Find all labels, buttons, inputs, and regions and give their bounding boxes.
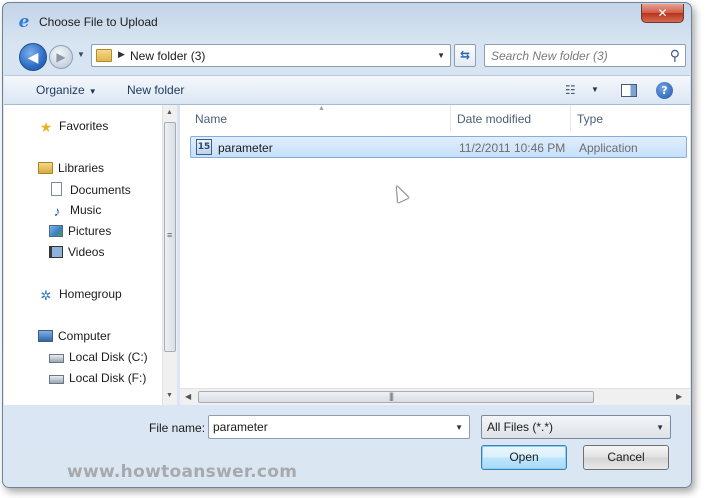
sidebar-item-documents[interactable]: Documents bbox=[49, 182, 131, 197]
back-button[interactable]: ◀ bbox=[19, 43, 47, 71]
mouse-pointer-icon bbox=[391, 183, 409, 203]
scrollbar-thumb[interactable]: ||| bbox=[198, 391, 594, 403]
forward-arrow-icon: ▶ bbox=[56, 50, 66, 64]
column-divider[interactable] bbox=[570, 105, 571, 131]
search-icon[interactable]: ⚲ bbox=[670, 47, 680, 64]
watermark-text: www.howtoanswer.com bbox=[67, 462, 298, 482]
scroll-right-icon[interactable]: ▶ bbox=[676, 392, 682, 401]
libraries-icon bbox=[38, 162, 53, 174]
new-folder-button[interactable]: New folder bbox=[127, 83, 184, 97]
sidebar-item-label: Libraries bbox=[58, 161, 105, 175]
scroll-left-icon[interactable]: ◀ bbox=[185, 392, 191, 401]
grip-icon: ||| bbox=[389, 391, 394, 401]
scroll-down-icon[interactable]: ▼ bbox=[166, 392, 173, 399]
sidebar-item-local-disk-c[interactable]: Local Disk (C:) bbox=[49, 350, 148, 364]
sidebar-item-label: Music bbox=[70, 203, 102, 217]
file-name-input[interactable] bbox=[213, 419, 443, 435]
file-row-selected[interactable]: 15 parameter 11/2/2011 10:46 PM Applicat… bbox=[190, 136, 687, 158]
scroll-up-icon[interactable]: ▲ bbox=[166, 109, 173, 116]
disk-icon bbox=[49, 375, 64, 384]
folder-icon bbox=[96, 49, 112, 62]
internet-explorer-icon: e bbox=[18, 12, 30, 32]
sidebar-item-videos[interactable]: Videos bbox=[49, 245, 104, 259]
sidebar-item-music[interactable]: ♪ Music bbox=[49, 203, 102, 219]
back-arrow-icon: ◀ bbox=[27, 49, 39, 65]
sidebar-item-label: Pictures bbox=[68, 224, 112, 238]
search-input[interactable] bbox=[491, 48, 661, 64]
navigation-pane: ★ Favorites Libraries Documents ♪ Music Pi… bbox=[4, 105, 177, 405]
view-options-dropdown-icon[interactable]: ▼ bbox=[591, 85, 599, 94]
chevron-down-icon: ▼ bbox=[656, 423, 664, 432]
title-bar[interactable]: e Choose File to Upload ✕ bbox=[3, 3, 691, 37]
file-upload-dialog: e Choose File to Upload ✕ ◀ ▶ ▼ ▶ New fo… bbox=[2, 2, 692, 488]
sidebar-item-label: Documents bbox=[70, 183, 131, 197]
column-header-type[interactable]: Type bbox=[577, 112, 603, 126]
file-name-combobox[interactable]: ▼ bbox=[208, 415, 470, 439]
sidebar-item-label: Favorites bbox=[59, 119, 109, 133]
forward-button[interactable]: ▶ bbox=[49, 45, 73, 69]
search-box[interactable]: ⚲ bbox=[484, 44, 686, 67]
scrollbar-thumb[interactable]: ≡ bbox=[164, 122, 176, 352]
sidebar-item-label: Local Disk (F:) bbox=[69, 371, 147, 385]
sidebar-item-local-disk-f[interactable]: Local Disk (F:) bbox=[49, 371, 146, 385]
navigation-pane-scrollbar[interactable]: ▲ ≡ ▼ bbox=[162, 105, 177, 405]
organize-label: Organize bbox=[36, 83, 85, 97]
file-list: ▲ Name Date modified Type 15 parameter 1… bbox=[180, 105, 690, 405]
file-type-selected-value: All Files (*.*) bbox=[487, 420, 554, 434]
pictures-icon bbox=[49, 225, 63, 237]
sidebar-item-pictures[interactable]: Pictures bbox=[49, 224, 111, 238]
sidebar-item-label: Local Disk (C:) bbox=[69, 350, 148, 364]
file-type-cell: Application bbox=[579, 141, 638, 155]
application-icon: 15 bbox=[196, 139, 212, 155]
organize-button[interactable]: Organize ▼ bbox=[36, 83, 97, 97]
close-button[interactable]: ✕ bbox=[641, 4, 684, 23]
file-date-cell: 11/2/2011 10:46 PM bbox=[459, 141, 566, 155]
sidebar-item-label: Computer bbox=[58, 329, 111, 343]
sidebar-item-libraries[interactable]: Libraries bbox=[38, 161, 104, 175]
open-button[interactable]: Open bbox=[481, 445, 567, 470]
computer-icon bbox=[38, 330, 53, 342]
breadcrumb-current-folder[interactable]: New folder (3) bbox=[130, 49, 205, 63]
videos-icon bbox=[49, 246, 63, 258]
music-icon: ♪ bbox=[53, 203, 61, 219]
help-icon[interactable]: ? bbox=[656, 82, 673, 99]
chevron-down-icon[interactable]: ▼ bbox=[455, 423, 463, 432]
homegroup-icon: ✲ bbox=[40, 288, 52, 303]
file-type-select[interactable]: All Files (*.*) ▼ bbox=[481, 415, 671, 439]
address-bar[interactable]: ▶ New folder (3) ▼ bbox=[91, 44, 451, 67]
address-dropdown-icon[interactable]: ▼ bbox=[437, 51, 445, 60]
file-list-horizontal-scrollbar[interactable]: ◀ ||| ▶ bbox=[180, 388, 690, 405]
column-header-name[interactable]: Name bbox=[195, 112, 227, 126]
breadcrumb-chevron-icon[interactable]: ▶ bbox=[118, 49, 125, 60]
refresh-button[interactable]: ⇆ bbox=[454, 44, 476, 67]
sort-ascending-icon: ▲ bbox=[318, 105, 325, 112]
documents-icon bbox=[51, 182, 62, 196]
recent-pages-dropdown[interactable]: ▼ bbox=[77, 50, 85, 59]
file-name-cell: parameter bbox=[218, 141, 273, 155]
sidebar-item-computer[interactable]: Computer bbox=[38, 329, 111, 343]
change-view-icon[interactable]: ☷ bbox=[565, 83, 576, 97]
file-name-label: File name: bbox=[149, 421, 206, 435]
preview-pane-icon[interactable] bbox=[621, 84, 637, 97]
refresh-icon: ⇆ bbox=[459, 48, 471, 62]
star-icon: ★ bbox=[39, 119, 53, 135]
window-title: Choose File to Upload bbox=[39, 15, 158, 29]
sidebar-item-label: Videos bbox=[68, 245, 105, 259]
column-divider[interactable] bbox=[450, 105, 451, 131]
grip-icon: ≡ bbox=[167, 230, 173, 240]
column-header-date-modified[interactable]: Date modified bbox=[457, 112, 531, 126]
command-bar: Organize ▼ New folder ☷ ▼ ? bbox=[4, 75, 690, 105]
chevron-down-icon: ▼ bbox=[88, 87, 97, 96]
cancel-button[interactable]: Cancel bbox=[583, 445, 669, 470]
sidebar-item-favorites[interactable]: ★ Favorites bbox=[38, 119, 109, 135]
sidebar-item-homegroup[interactable]: ✲ Homegroup bbox=[38, 287, 122, 303]
disk-icon bbox=[49, 354, 64, 363]
close-icon: ✕ bbox=[657, 6, 668, 20]
sidebar-item-label: Homegroup bbox=[59, 287, 122, 301]
